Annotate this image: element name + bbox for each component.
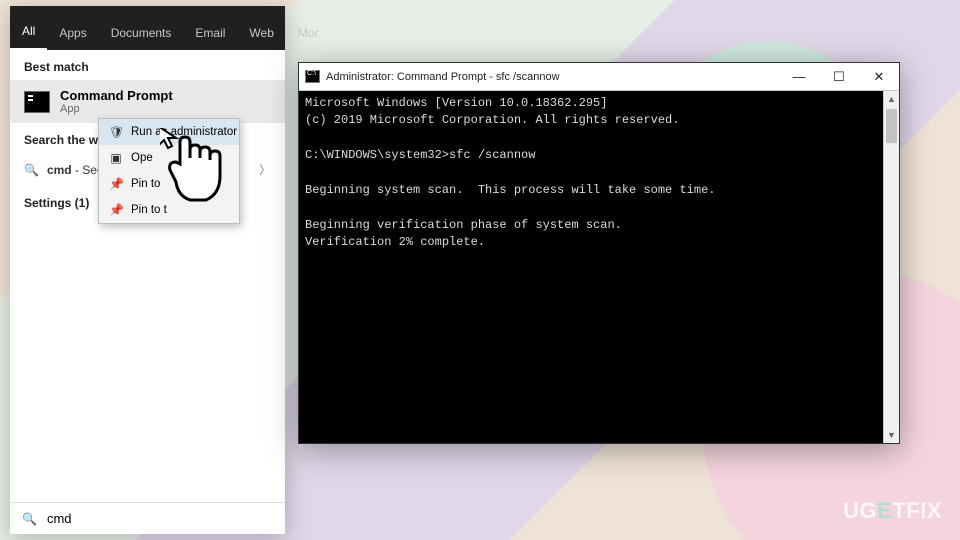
- search-web-query: cmd: [47, 163, 72, 177]
- window-title: Administrator: Command Prompt - sfc /sca…: [326, 71, 560, 83]
- best-match-header: Best match: [10, 50, 285, 80]
- pin-icon: 📌: [109, 203, 123, 217]
- ctx-open-file-location[interactable]: ▣ Ope: [99, 145, 239, 171]
- maximize-button[interactable]: ☐: [819, 63, 859, 91]
- tab-more[interactable]: Mor: [286, 14, 331, 50]
- vertical-scrollbar[interactable]: ▲ ▼: [883, 91, 899, 443]
- command-prompt-icon: [24, 91, 50, 113]
- scroll-down-icon[interactable]: ▼: [884, 427, 899, 443]
- best-match-subtitle: App: [60, 103, 173, 115]
- watermark-logo: UGETFIX: [843, 498, 942, 524]
- start-tabs: All Apps Documents Email Web Mor: [10, 6, 285, 50]
- run-admin-icon: 🛡: [109, 125, 123, 139]
- minimize-button[interactable]: —: [779, 63, 819, 91]
- scroll-up-icon[interactable]: ▲: [884, 91, 899, 107]
- ctx-run-as-admin[interactable]: 🛡 Run as administrator: [99, 119, 239, 145]
- ctx-pin-to-start[interactable]: 📌 Pin to: [99, 171, 239, 197]
- ctx-item-label: Ope: [131, 152, 153, 164]
- tab-documents[interactable]: Documents: [99, 14, 184, 50]
- best-match-title: Command Prompt: [60, 88, 173, 103]
- tab-apps[interactable]: Apps: [47, 14, 98, 50]
- ctx-item-label: Run as administrator: [131, 126, 237, 138]
- scrollbar-thumb[interactable]: [886, 109, 897, 143]
- search-input[interactable]: [47, 511, 273, 526]
- tab-all[interactable]: All: [10, 12, 47, 50]
- titlebar[interactable]: Administrator: Command Prompt - sfc /sca…: [299, 63, 899, 91]
- search-bar: 🔍: [10, 502, 285, 534]
- ctx-item-label: Pin to: [131, 178, 160, 190]
- search-icon: 🔍: [24, 163, 39, 177]
- ctx-pin-to-taskbar[interactable]: 📌 Pin to t: [99, 197, 239, 223]
- ctx-item-label: Pin to t: [131, 204, 167, 216]
- context-menu: 🛡 Run as administrator ▣ Ope 📌 Pin to 📌 …: [98, 118, 240, 224]
- console-output[interactable]: Microsoft Windows [Version 10.0.18362.29…: [299, 91, 883, 443]
- tab-web[interactable]: Web: [237, 14, 285, 50]
- chevron-right-icon: 〉: [259, 161, 271, 178]
- command-prompt-window: Administrator: Command Prompt - sfc /sca…: [298, 62, 900, 444]
- search-icon: 🔍: [22, 512, 37, 526]
- pin-icon: 📌: [109, 177, 123, 191]
- tab-email[interactable]: Email: [183, 14, 237, 50]
- close-button[interactable]: ✕: [859, 63, 899, 91]
- open-location-icon: ▣: [109, 151, 123, 165]
- start-menu: All Apps Documents Email Web Mor Best ma…: [10, 6, 285, 534]
- best-match-item[interactable]: Command Prompt App: [10, 80, 285, 123]
- command-prompt-icon: [305, 70, 320, 83]
